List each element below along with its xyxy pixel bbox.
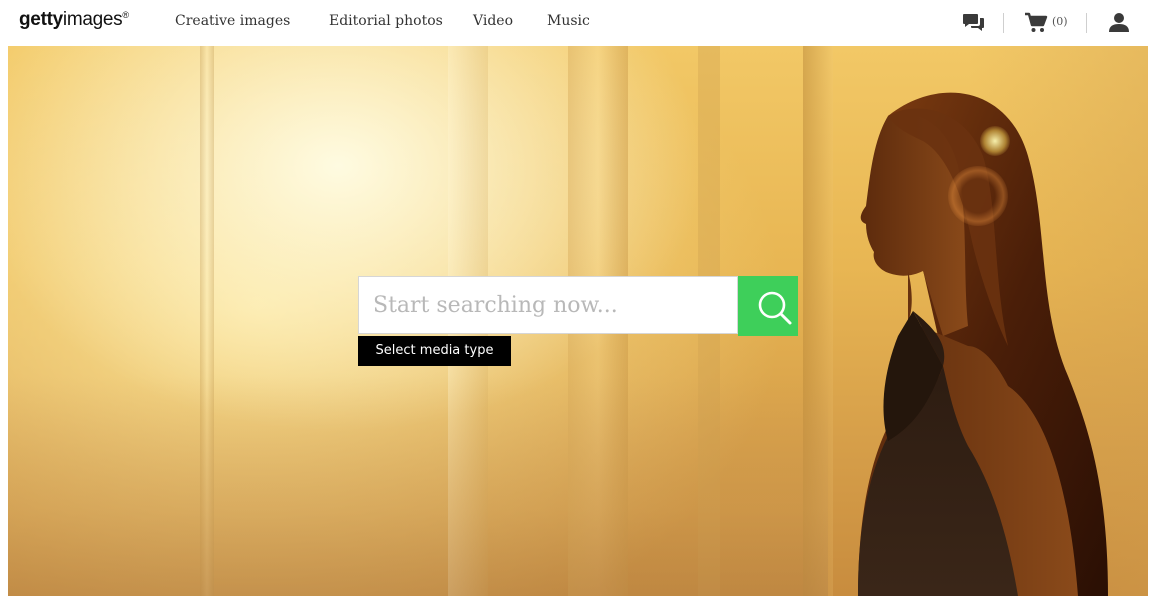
nav-music[interactable]: Music <box>547 13 590 29</box>
sun-flare <box>980 126 1010 156</box>
cart-button[interactable]: (0) <box>1024 0 1074 46</box>
gettyimages-logo[interactable]: gettyimages® <box>19 9 129 31</box>
account-button[interactable] <box>1108 0 1132 46</box>
search-button[interactable] <box>738 276 798 336</box>
nav-editorial-photos[interactable]: Editorial photos <box>329 13 443 29</box>
top-navigation-bar: gettyimages® Creative images Editorial p… <box>0 0 1157 46</box>
cart-icon <box>1025 12 1048 32</box>
select-media-type-button[interactable]: Select media type <box>358 336 511 366</box>
search-icon <box>758 291 792 325</box>
user-icon <box>1109 13 1129 32</box>
nav-video[interactable]: Video <box>473 13 513 29</box>
search-input[interactable] <box>359 277 719 333</box>
chat-bubbles-icon[interactable] <box>962 0 986 46</box>
lens-flare <box>948 166 1008 226</box>
nav-creative-images[interactable]: Creative images <box>175 13 290 29</box>
divider <box>1086 13 1087 33</box>
divider <box>1003 13 1004 33</box>
cart-count: (0) <box>1052 15 1068 28</box>
search-field-wrapper <box>358 276 738 334</box>
